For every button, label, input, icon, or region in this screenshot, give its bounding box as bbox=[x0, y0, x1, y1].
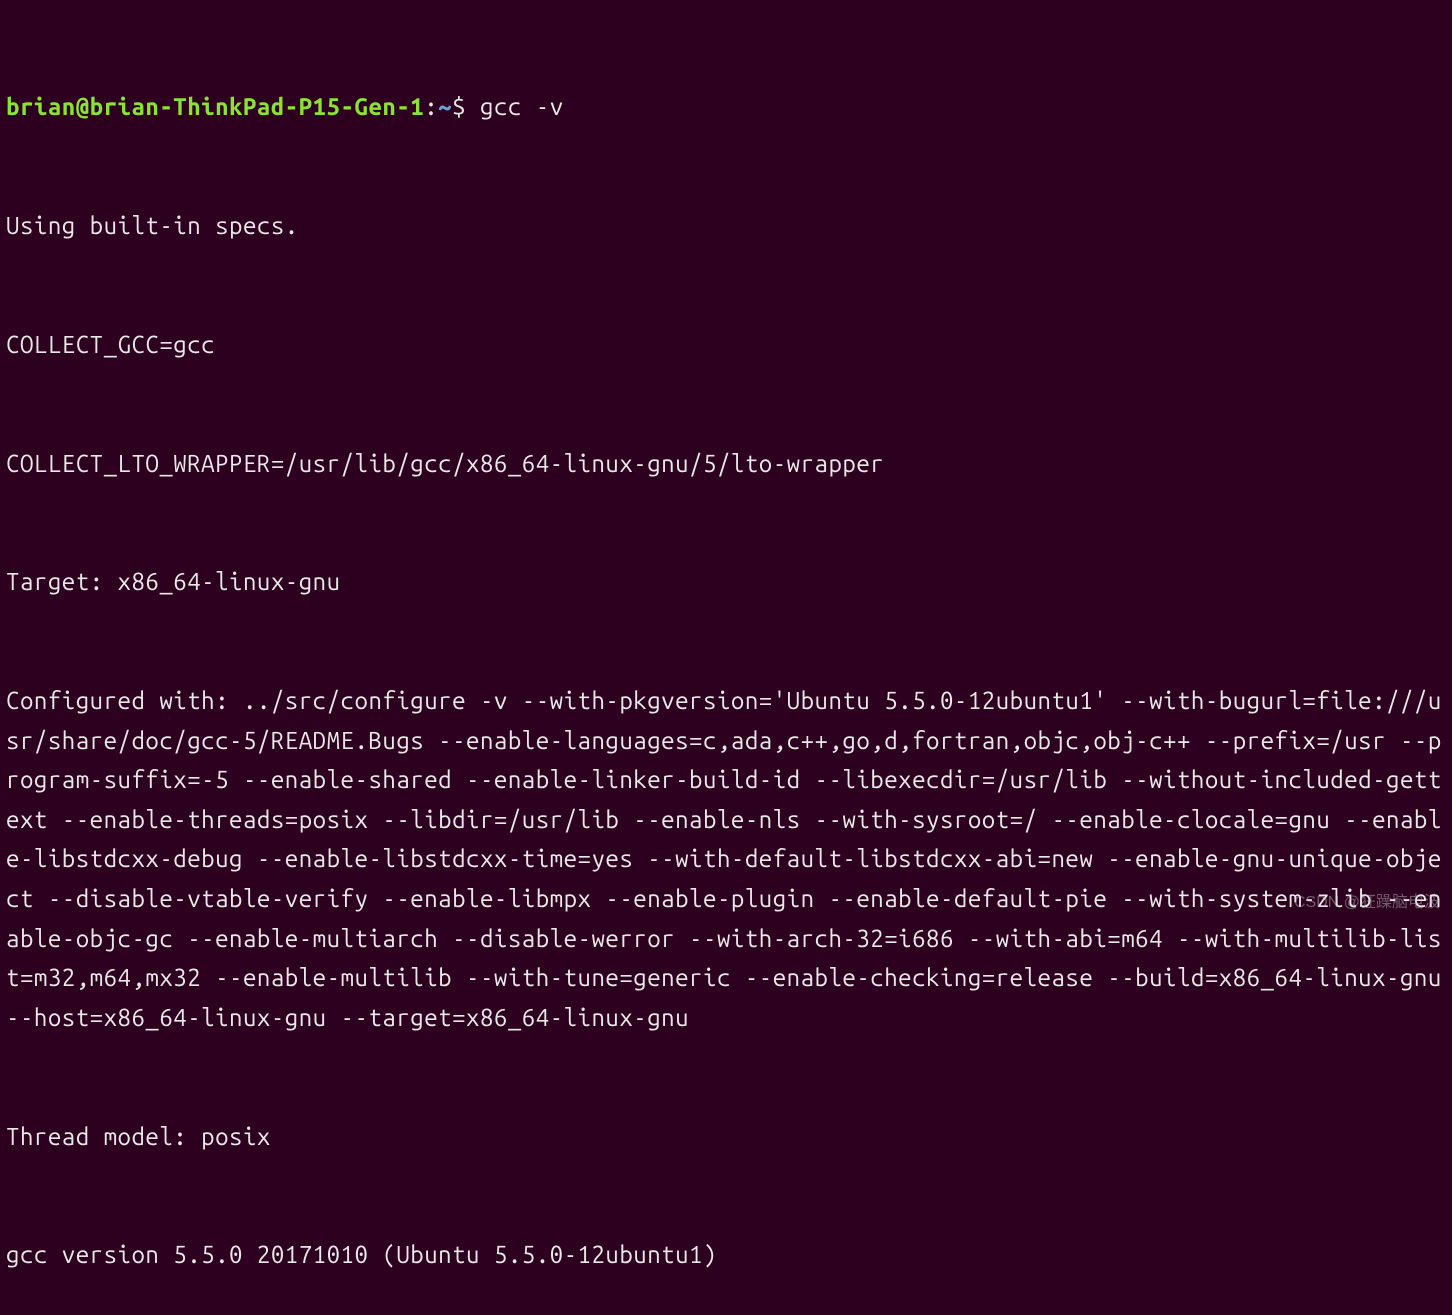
prompt-path: ~ bbox=[438, 93, 452, 120]
output-line: Target: x86_64-linux-gnu bbox=[6, 562, 1446, 602]
output-line: gcc version 5.5.0 20171010 (Ubuntu 5.5.0… bbox=[6, 1235, 1446, 1275]
prompt-user-host: brian@brian-ThinkPad-P15-Gen-1 bbox=[6, 93, 424, 120]
output-line: Configured with: ../src/configure -v --w… bbox=[6, 681, 1446, 1037]
output-line: Thread model: posix bbox=[6, 1117, 1446, 1157]
watermark-text: CSDN @狂躁脑电波 bbox=[1294, 890, 1440, 916]
output-line: Using built-in specs. bbox=[6, 206, 1446, 246]
output-line: COLLECT_LTO_WRAPPER=/usr/lib/gcc/x86_64-… bbox=[6, 444, 1446, 484]
command-text: gcc -v bbox=[480, 93, 564, 120]
output-line: COLLECT_GCC=gcc bbox=[6, 325, 1446, 365]
prompt-symbol: $ bbox=[452, 93, 466, 120]
prompt-separator: : bbox=[424, 93, 438, 120]
prompt-line: brian@brian-ThinkPad-P15-Gen-1:~$ gcc -v bbox=[6, 87, 1446, 127]
terminal-window[interactable]: brian@brian-ThinkPad-P15-Gen-1:~$ gcc -v… bbox=[6, 8, 1446, 1315]
